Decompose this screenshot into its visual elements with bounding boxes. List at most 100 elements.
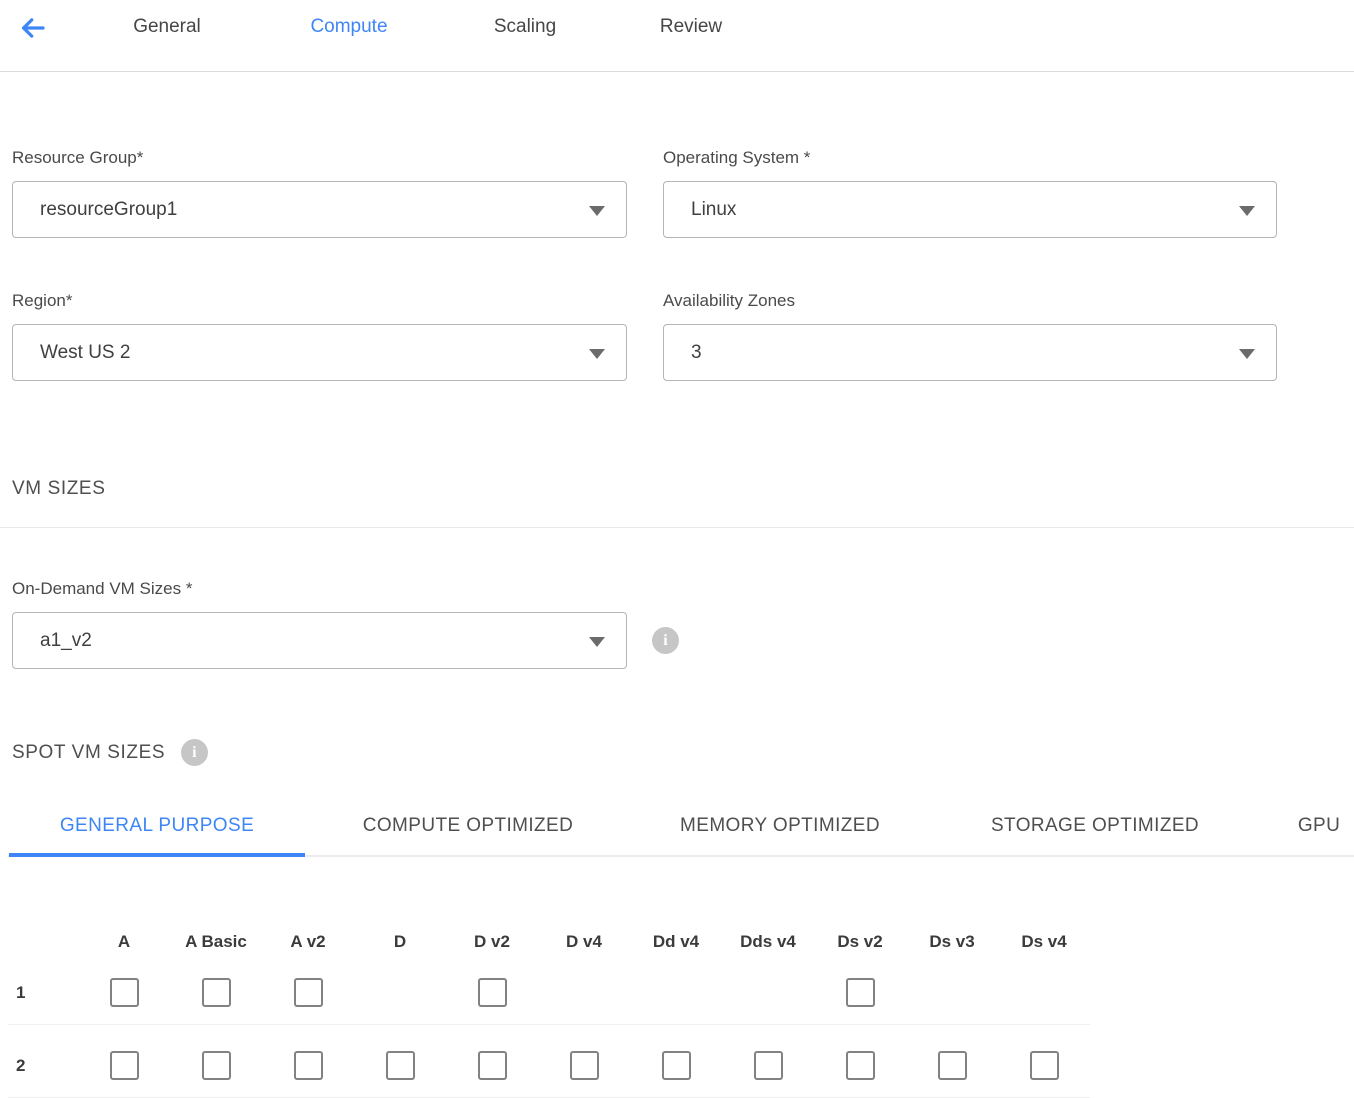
tab-storage-optimized[interactable]: STORAGE OPTIMIZED xyxy=(930,814,1260,838)
vm-size-checkbox[interactable] xyxy=(202,978,231,1007)
column-header: A xyxy=(78,932,170,952)
column-header: Dds v4 xyxy=(722,932,814,952)
table-cell xyxy=(538,976,630,1009)
wizard-header: General Compute Scaling Review xyxy=(0,0,1354,72)
vm-size-checkbox[interactable] xyxy=(846,978,875,1007)
table-cell xyxy=(630,976,722,1009)
resource-group-label: Resource Group* xyxy=(12,147,627,168)
tab-gpu[interactable]: GPU xyxy=(1260,814,1354,838)
tab-general[interactable]: General xyxy=(123,15,211,39)
spot-category-tabs: GENERAL PURPOSE COMPUTE OPTIMIZED MEMORY… xyxy=(8,814,1354,857)
vm-size-checkbox[interactable] xyxy=(662,1051,691,1080)
region-value: West US 2 xyxy=(40,342,130,364)
column-header: Dd v4 xyxy=(630,932,722,952)
compute-form: Resource Group* resourceGroup1 Operating… xyxy=(12,147,1277,381)
vm-size-table: AA BasicA v2DD v2D v4Dd v4Dds v4Ds v2Ds … xyxy=(8,932,1090,1098)
column-header: A Basic xyxy=(170,932,262,952)
table-cell xyxy=(170,1049,262,1082)
chevron-down-icon xyxy=(1239,206,1255,216)
availability-zones-select[interactable]: 3 xyxy=(663,324,1277,381)
table-cell xyxy=(538,1049,630,1082)
table-cell xyxy=(446,1049,538,1082)
chevron-down-icon xyxy=(589,206,605,216)
table-cell xyxy=(78,976,170,1009)
vm-size-checkbox[interactable] xyxy=(1030,1051,1059,1080)
resource-group-select[interactable]: resourceGroup1 xyxy=(12,181,627,238)
column-header: A v2 xyxy=(262,932,354,952)
vm-size-checkbox[interactable] xyxy=(294,978,323,1007)
vm-size-checkbox[interactable] xyxy=(386,1051,415,1080)
vm-sizes-heading: VM SIZES xyxy=(12,477,1354,500)
on-demand-vm-sizes-value: a1_v2 xyxy=(40,630,92,652)
table-cell xyxy=(906,1049,998,1082)
chevron-down-icon xyxy=(1239,349,1255,359)
vm-size-checkbox[interactable] xyxy=(294,1051,323,1080)
vm-size-checkbox[interactable] xyxy=(570,1051,599,1080)
table-cell xyxy=(814,1049,906,1082)
on-demand-vm-sizes-select[interactable]: a1_v2 xyxy=(12,612,627,669)
table-cell xyxy=(354,1049,446,1082)
info-icon[interactable]: i xyxy=(652,627,679,654)
table-cell xyxy=(906,976,998,1009)
tab-compute-optimized[interactable]: COMPUTE OPTIMIZED xyxy=(306,814,630,838)
column-header: D v4 xyxy=(538,932,630,952)
table-header-row: AA BasicA v2DD v2D v4Dd v4Dds v4Ds v2Ds … xyxy=(8,932,1090,952)
table-row: 2 xyxy=(8,1025,1090,1098)
operating-system-value: Linux xyxy=(691,199,736,221)
table-cell xyxy=(630,1049,722,1082)
operating-system-label: Operating System * xyxy=(663,147,1277,168)
table-cell xyxy=(262,1049,354,1082)
spot-vm-sizes-title: SPOT VM SIZES xyxy=(12,742,165,764)
vm-size-checkbox[interactable] xyxy=(938,1051,967,1080)
operating-system-select[interactable]: Linux xyxy=(663,181,1277,238)
vm-size-checkbox[interactable] xyxy=(202,1051,231,1080)
region-select[interactable]: West US 2 xyxy=(12,324,627,381)
table-row: 1 xyxy=(8,976,1090,1025)
field-on-demand-vm-sizes: On-Demand VM Sizes * a1_v2 i xyxy=(12,578,1354,669)
row-number: 2 xyxy=(8,1049,78,1082)
column-header: Ds v4 xyxy=(998,932,1090,952)
column-header: D v2 xyxy=(446,932,538,952)
spot-vm-sizes-heading: SPOT VM SIZES i xyxy=(12,739,1354,766)
chevron-down-icon xyxy=(589,349,605,359)
vm-size-checkbox[interactable] xyxy=(754,1051,783,1080)
info-icon[interactable]: i xyxy=(181,739,208,766)
back-button[interactable] xyxy=(16,13,50,43)
column-header: Ds v3 xyxy=(906,932,998,952)
availability-zones-label: Availability Zones xyxy=(663,290,1277,311)
table-cell xyxy=(998,1049,1090,1082)
table-cell xyxy=(354,976,446,1009)
tab-compute[interactable]: Compute xyxy=(299,15,399,39)
table-cell xyxy=(78,1049,170,1082)
table-cell xyxy=(170,976,262,1009)
on-demand-vm-sizes-label: On-Demand VM Sizes * xyxy=(12,578,1354,599)
tab-scaling[interactable]: Scaling xyxy=(485,15,565,39)
row-number: 1 xyxy=(8,976,78,1009)
chevron-down-icon xyxy=(589,637,605,647)
availability-zones-value: 3 xyxy=(691,342,702,364)
table-cell xyxy=(446,976,538,1009)
page: { "colors": { "accent_blue": "#3e86f5", … xyxy=(0,0,1354,1098)
field-region: Region* West US 2 xyxy=(12,290,627,381)
wizard-step-tabs: General Compute Scaling Review xyxy=(123,13,731,39)
resource-group-value: resourceGroup1 xyxy=(40,199,177,221)
region-label: Region* xyxy=(12,290,627,311)
table-cell xyxy=(722,1049,814,1082)
field-operating-system: Operating System * Linux xyxy=(663,147,1277,238)
column-header: D xyxy=(354,932,446,952)
vm-size-checkbox[interactable] xyxy=(846,1051,875,1080)
section-divider xyxy=(0,527,1354,528)
tab-review[interactable]: Review xyxy=(651,15,731,39)
vm-size-checkbox[interactable] xyxy=(478,978,507,1007)
tab-general-purpose[interactable]: GENERAL PURPOSE xyxy=(8,814,306,838)
table-cell xyxy=(722,976,814,1009)
tab-memory-optimized[interactable]: MEMORY OPTIMIZED xyxy=(630,814,930,838)
field-availability-zones: Availability Zones 3 xyxy=(663,290,1277,381)
table-cell xyxy=(814,976,906,1009)
vm-size-checkbox[interactable] xyxy=(110,978,139,1007)
table-cell xyxy=(262,976,354,1009)
field-resource-group: Resource Group* resourceGroup1 xyxy=(12,147,627,238)
arrow-left-icon xyxy=(18,13,48,43)
vm-size-checkbox[interactable] xyxy=(110,1051,139,1080)
vm-size-checkbox[interactable] xyxy=(478,1051,507,1080)
